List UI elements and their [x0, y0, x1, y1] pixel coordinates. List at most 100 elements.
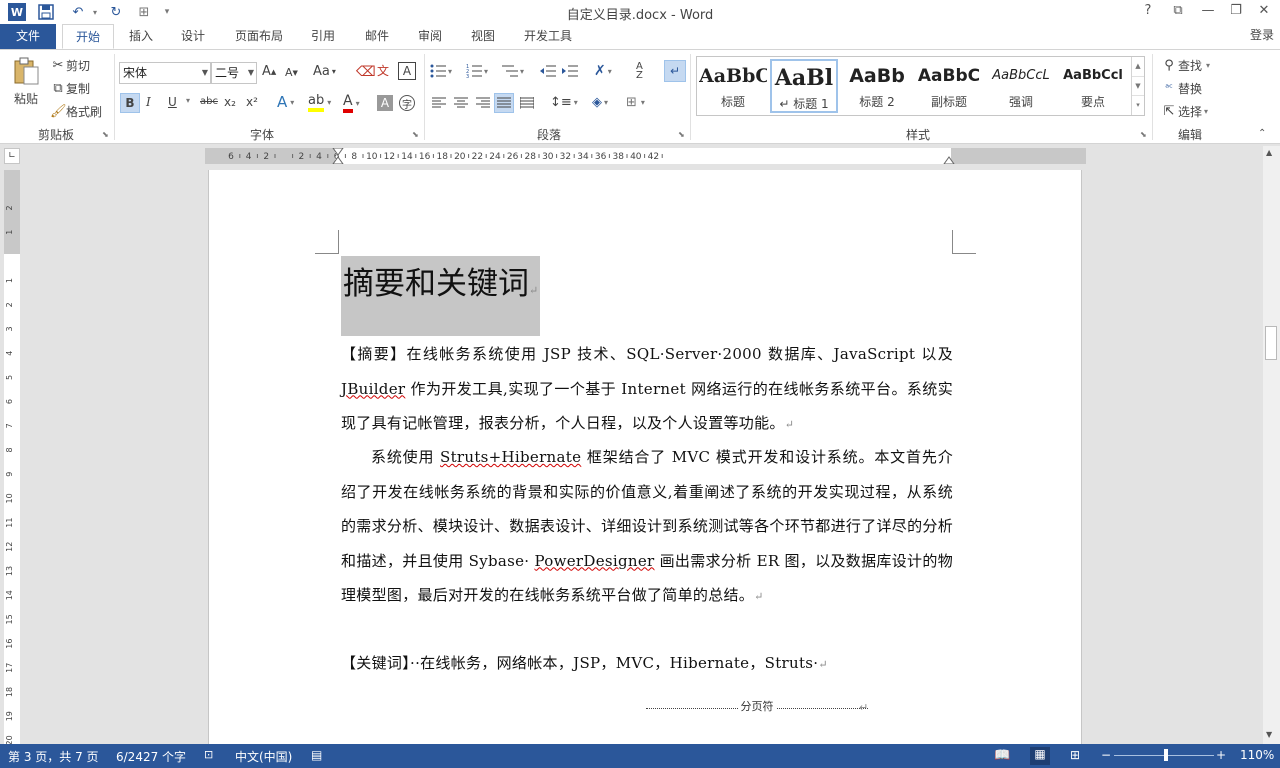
zoom-level[interactable]: 110%	[1240, 748, 1274, 762]
scroll-up-icon[interactable]: ▲	[1266, 148, 1272, 157]
help-icon[interactable]: ?	[1136, 3, 1160, 21]
tab-file[interactable]: 文件	[0, 24, 56, 49]
shrink-font-button[interactable]: A ▼	[285, 66, 298, 79]
macro-icon[interactable]: ▤	[311, 748, 322, 762]
tab-insert[interactable]: 插入	[120, 24, 162, 49]
restore-icon[interactable]: ❐	[1224, 3, 1248, 21]
print-layout-icon[interactable]: ▦	[1030, 747, 1050, 765]
close-icon[interactable]: ✕	[1252, 3, 1276, 21]
style-title[interactable]: AaBbC 标题	[699, 59, 767, 113]
numbering-icon[interactable]: 1 2 3 ▾	[466, 64, 488, 78]
select-button[interactable]: ⇱ 选择 ▾	[1160, 102, 1208, 120]
multilevel-list-icon[interactable]: ▾	[502, 64, 524, 78]
change-case-button[interactable]: Aa ▾	[313, 64, 336, 79]
dialog-launcher-icon[interactable]: ⬊	[412, 130, 419, 139]
shading-icon[interactable]: ◈ ▾	[592, 95, 608, 110]
gallery-down-icon[interactable]: ▼	[1132, 76, 1144, 95]
font-color-icon[interactable]: A ▾	[343, 93, 360, 113]
ruler-tick-label: 20	[454, 152, 466, 162]
show-marks-icon[interactable]: ↵	[664, 60, 686, 82]
vertical-scrollbar[interactable]: ▲ ▼	[1263, 146, 1280, 744]
distributed-icon[interactable]	[520, 97, 534, 109]
font-name-combo[interactable]: 宋体 ▼	[119, 62, 211, 84]
character-border-icon[interactable]: A	[398, 62, 416, 80]
style-strong[interactable]: AaBbCcl 要点	[1059, 59, 1127, 113]
document-page[interactable]: 摘要和关键词↵ 【摘要】在线帐务系统使用 JSP 技术、SQL·Server·2…	[208, 170, 1082, 750]
strikethrough-button[interactable]: abc	[200, 96, 218, 107]
zoom-out-icon[interactable]: −	[1101, 748, 1111, 762]
justify-icon[interactable]	[494, 93, 514, 113]
tab-layout[interactable]: 页面布局	[228, 24, 290, 49]
cut-button[interactable]: ✂ 剪切	[50, 56, 90, 74]
sign-in-link[interactable]: 登录	[1250, 26, 1274, 43]
proofing-icon[interactable]: ⊡	[204, 748, 213, 761]
character-shading-icon[interactable]: A	[377, 95, 393, 111]
tab-home[interactable]: 开始	[62, 24, 114, 49]
vertical-ruler[interactable]: 2 1 1 2 3 4 5 6 7 8 9 10 11 12 13 14 15 16 17 18 19 20	[4, 170, 20, 744]
dialog-launcher-icon[interactable]: ⬊	[1140, 130, 1147, 139]
page-count[interactable]: 第 3 页，共 7 页	[8, 748, 99, 765]
gallery-up-icon[interactable]: ▲	[1132, 57, 1144, 76]
font-size-combo[interactable]: 二号 ▼	[211, 62, 257, 84]
dialog-launcher-icon[interactable]: ⬊	[678, 130, 685, 139]
bullets-icon[interactable]: ▾	[430, 64, 452, 78]
style-heading-2[interactable]: AaBb 标题 2	[843, 59, 911, 113]
zoom-in-icon[interactable]: +	[1216, 748, 1226, 762]
chinese-layout-icon[interactable]: ✗ ▾	[594, 63, 612, 79]
sort-icon[interactable]: AZ	[636, 62, 643, 81]
keywords-paragraph[interactable]: 【关键词】··在线帐务，网络帐本，JSP，MVC，Hibernate，Strut…	[341, 646, 953, 683]
gallery-more-icon[interactable]: ▾	[1132, 95, 1144, 114]
clear-format-icon[interactable]: ⌫	[356, 64, 376, 80]
scroll-down-icon[interactable]: ▼	[1266, 730, 1272, 739]
subscript-button[interactable]: x₂	[224, 95, 236, 109]
zoom-slider-thumb[interactable]	[1164, 749, 1168, 761]
zoom-slider[interactable]	[1114, 749, 1214, 761]
tab-design[interactable]: 设计	[172, 24, 214, 49]
line-spacing-icon[interactable]: ↕≡ ▾	[550, 95, 578, 110]
tab-references[interactable]: 引用	[302, 24, 344, 49]
scroll-thumb[interactable]	[1265, 326, 1277, 360]
read-mode-icon[interactable]: 📖	[994, 748, 1010, 763]
abstract-paragraph[interactable]: 【摘要】在线帐务系统使用 JSP 技术、SQL·Server·2000 数据库、…	[341, 337, 953, 443]
chevron-down-icon[interactable]: ▾	[186, 96, 190, 105]
highlight-icon[interactable]: ab ▾	[308, 93, 331, 112]
find-button[interactable]: ⚲ 查找 ▾	[1160, 56, 1210, 74]
word-count[interactable]: 6/2427 个字	[116, 748, 186, 765]
dialog-launcher-icon[interactable]: ⬊	[102, 130, 109, 139]
align-left-icon[interactable]	[432, 97, 446, 109]
decrease-indent-icon[interactable]	[540, 64, 556, 78]
text-effects-icon[interactable]: A ▾	[277, 93, 294, 111]
ribbon-display-icon[interactable]: ⧉	[1166, 3, 1190, 21]
tab-mailings[interactable]: 邮件	[356, 24, 398, 49]
style-emphasis[interactable]: AaBbCcL 强调	[987, 59, 1055, 113]
italic-button[interactable]: I	[146, 95, 151, 109]
align-center-icon[interactable]	[454, 97, 468, 109]
tab-selector[interactable]: ∟	[4, 148, 20, 164]
phonetic-guide-icon[interactable]: 文	[377, 62, 389, 79]
web-layout-icon[interactable]: ⊞	[1070, 748, 1080, 762]
heading-1[interactable]: 摘要和关键词↵	[341, 256, 541, 336]
bold-button[interactable]: B	[120, 93, 140, 113]
replace-button[interactable]: ᵃᶜ 替换	[1160, 79, 1202, 97]
collapse-ribbon-icon[interactable]: ⌃	[1258, 128, 1266, 139]
right-indent-marker[interactable]	[943, 156, 955, 164]
borders-icon[interactable]: ⊞ ▾	[626, 95, 645, 110]
minimize-icon[interactable]: —	[1196, 3, 1220, 21]
increase-indent-icon[interactable]	[562, 64, 578, 78]
format-painter-button[interactable]: 🖌 格式刷	[50, 102, 102, 120]
underline-button[interactable]: U	[168, 95, 177, 109]
align-right-icon[interactable]	[476, 97, 490, 109]
language-indicator[interactable]: 中文(中国)	[235, 748, 292, 765]
tab-review[interactable]: 审阅	[409, 24, 451, 49]
horizontal-ruler[interactable]: 6 4 2 2 4 6 8 10 12 14 16 18 20 22 24 26 28 30 32 34 36 38 40 4…	[205, 148, 1086, 164]
body-paragraph[interactable]: 系统使用 Struts+Hibernate 框架结合了 MVC 模式开发和设计系…	[341, 440, 953, 615]
grow-font-button[interactable]: A ▲	[262, 64, 276, 79]
superscript-button[interactable]: x²	[246, 95, 258, 109]
style-heading-1[interactable]: AaBl ↵ 标题 1	[770, 59, 838, 113]
tab-view[interactable]: 视图	[462, 24, 504, 49]
enclose-character-icon[interactable]: 字	[399, 95, 415, 111]
tab-developer[interactable]: 开发工具	[516, 24, 580, 49]
copy-button[interactable]: ⧉ 复制	[50, 79, 90, 97]
paste-button[interactable]: 粘贴	[8, 56, 44, 106]
style-subtitle[interactable]: AaBbC 副标题	[915, 59, 983, 113]
